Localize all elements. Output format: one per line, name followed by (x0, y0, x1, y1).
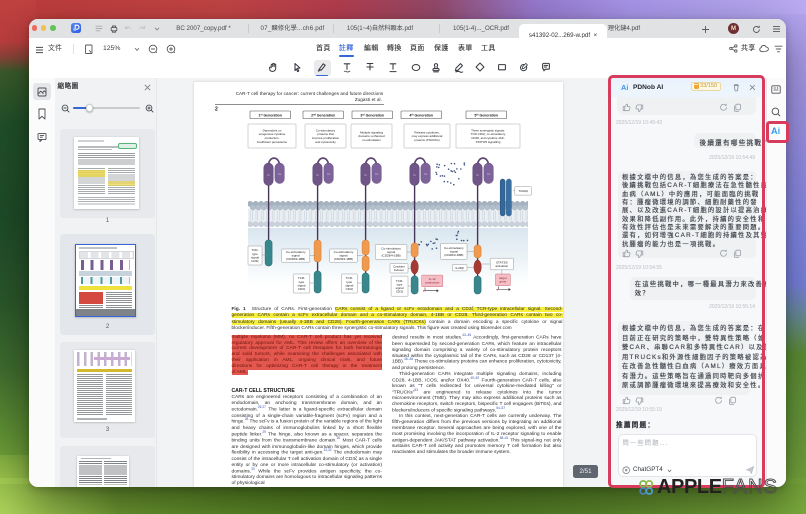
svg-text:activation: activation (495, 264, 508, 268)
svg-text:co-stimulation: co-stimulation (362, 138, 381, 142)
svg-text:Zugasti et al.: Zugasti et al. (355, 97, 382, 102)
svg-text:Insufficient persistence: Insufficient persistence (257, 140, 288, 144)
svg-text:inducer: inducer (394, 268, 404, 272)
svg-text:4th Generation: 4th Generation (409, 113, 433, 117)
svg-text:(CD28/4-1BB): (CD28/4-1BB) (444, 253, 463, 257)
svg-text:CD3ζ: CD3ζ (298, 287, 306, 291)
svg-text:TCRαβ: TCRαβ (518, 189, 528, 193)
svg-text:CD3ζ: CD3ζ (346, 287, 354, 291)
svg-text:and cytotoxicity: and cytotoxicity (315, 140, 336, 144)
svg-text:(CD28/4-1BB): (CD28/4-1BB) (286, 257, 305, 261)
svg-text:(CD28/4-1BB): (CD28/4-1BB) (382, 254, 401, 258)
svg-text:CD3ζ: CD3ζ (251, 259, 259, 263)
svg-text:(CD28/4-1BB): (CD28/4-1BB) (334, 257, 353, 261)
svg-text:3rd Generation: 3rd Generation (360, 113, 384, 117)
svg-text:CAR-T cell therapy for cancer:: CAR-T cell therapy for cancer: current c… (236, 91, 384, 96)
svg-text:STAT3/5 signalling: STAT3/5 signalling (476, 140, 501, 144)
svg-text:5th Generation: 5th Generation (474, 113, 498, 117)
svg-text:production: production (425, 281, 440, 285)
svg-text:gene: gene (500, 280, 507, 284)
svg-text:1st Generation: 1st Generation (258, 113, 281, 117)
svg-text:proteins (TRUCKs): proteins (TRUCKs) (414, 138, 439, 142)
svg-text:IL2Rβ: IL2Rβ (456, 266, 464, 270)
svg-text:2: 2 (215, 107, 218, 113)
svg-text:CD3ζ: CD3ζ (396, 290, 404, 294)
